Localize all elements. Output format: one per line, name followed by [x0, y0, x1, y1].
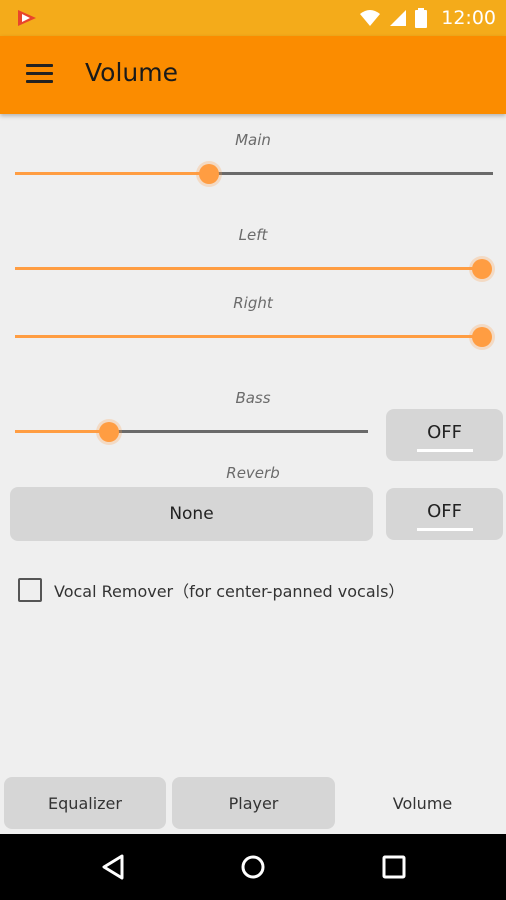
main-volume-thumb[interactable]: [199, 164, 219, 184]
tab-equalizer[interactable]: Equalizer: [4, 777, 166, 829]
bass-track-filled: [15, 430, 109, 433]
tab-player-label: Player: [228, 793, 279, 813]
status-icons: 12:00: [359, 0, 496, 36]
recents-square-icon[interactable]: [377, 850, 411, 884]
app-notification-icon: [18, 10, 36, 26]
bass-toggle-label: OFF: [427, 422, 462, 443]
left-volume-label: Left: [238, 226, 268, 244]
bass-toggle-button[interactable]: OFF: [386, 409, 503, 461]
left-volume-thumb[interactable]: [472, 259, 492, 279]
hamburger-menu-icon[interactable]: [26, 64, 53, 84]
main-volume-track-empty: [209, 172, 493, 175]
reverb-toggle-indicator: [416, 528, 473, 531]
tab-player[interactable]: Player: [172, 777, 335, 829]
reverb-toggle-button[interactable]: OFF: [386, 488, 503, 540]
reverb-label: Reverb: [226, 464, 280, 482]
bass-thumb[interactable]: [99, 422, 119, 442]
reverb-preset-button[interactable]: None: [10, 487, 373, 541]
navigation-bar: [0, 834, 506, 900]
bass-slider[interactable]: [15, 419, 368, 445]
reverb-preset-value: None: [169, 504, 214, 524]
signal-icon: [390, 10, 407, 26]
vocal-remover-label: Vocal Remover（for center-panned vocals）: [54, 582, 405, 601]
bass-label: Bass: [235, 389, 271, 407]
main-volume-track-filled: [15, 172, 209, 175]
page-title: Volume: [85, 58, 178, 87]
bass-toggle-indicator: [416, 449, 473, 452]
home-circle-icon[interactable]: [236, 850, 270, 884]
app-bar: Volume: [0, 36, 506, 114]
back-triangle-icon[interactable]: [96, 850, 130, 884]
right-volume-label: Right: [233, 294, 273, 312]
vocal-remover-option[interactable]: Vocal Remover（for center-panned vocals）: [18, 578, 404, 602]
tab-volume[interactable]: Volume: [341, 777, 504, 829]
tab-equalizer-label: Equalizer: [48, 793, 122, 813]
main-volume-slider[interactable]: [15, 161, 493, 187]
right-volume-track-filled: [15, 335, 482, 338]
tab-volume-label: Volume: [392, 793, 453, 813]
bass-track-empty: [109, 430, 368, 433]
main-volume-label: Main: [235, 131, 271, 149]
battery-icon: [415, 8, 428, 28]
left-volume-slider[interactable]: [15, 256, 495, 282]
left-volume-track-filled: [15, 267, 482, 270]
reverb-toggle-label: OFF: [427, 501, 462, 522]
status-time: 12:00: [441, 7, 496, 29]
vocal-remover-checkbox[interactable]: [18, 578, 42, 602]
status-bar: 12:00: [0, 0, 506, 36]
right-volume-thumb[interactable]: [472, 327, 492, 347]
wifi-icon: [360, 10, 381, 26]
right-volume-slider[interactable]: [15, 324, 495, 350]
